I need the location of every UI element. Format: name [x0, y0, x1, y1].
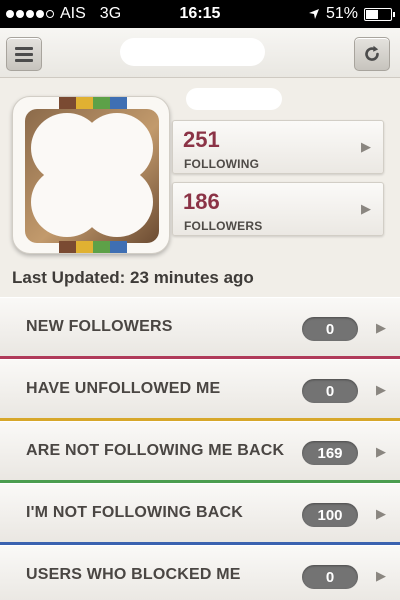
rainbow-stripe-bottom [59, 241, 127, 253]
chevron-right-icon: ▶ [361, 201, 371, 216]
followers-count: 186 [183, 189, 220, 214]
location-arrow-icon [308, 9, 319, 19]
last-updated-text: Last Updated: 23 minutes ago [12, 268, 254, 287]
menu-button[interactable] [6, 37, 42, 71]
chevron-right-icon: ▶ [376, 568, 386, 583]
list-item-new-followers[interactable]: NEW FOLLOWERS 0 ▶ [0, 297, 400, 359]
following-label: FOLLOWING [184, 157, 260, 171]
redacted-username [186, 88, 282, 110]
status-bar: AIS 3G 16:15 51% [0, 0, 400, 28]
stats-list: NEW FOLLOWERS 0 ▶ HAVE UNFOLLOWED ME 0 ▶… [0, 297, 400, 600]
hamburger-menu-icon [15, 46, 33, 62]
count-badge: 0 [302, 565, 358, 589]
avatar [12, 96, 170, 254]
count-badge: 0 [302, 379, 358, 403]
count-badge: 0 [302, 317, 358, 341]
list-item-users-who-blocked-me[interactable]: USERS WHO BLOCKED ME 0 ▶ [0, 545, 400, 600]
redacted-title [120, 38, 265, 66]
battery-icon [364, 7, 395, 21]
list-item-label: HAVE UNFOLLOWED ME [26, 380, 221, 397]
refresh-icon [365, 45, 379, 61]
list-item-label: NEW FOLLOWERS [26, 318, 173, 335]
count-badge: 100 [302, 503, 358, 527]
chevron-right-icon: ▶ [376, 320, 386, 335]
chevron-right-icon: ▶ [376, 506, 386, 521]
status-right: 51% [308, 5, 395, 23]
refresh-button[interactable] [354, 37, 390, 71]
count-badge: 169 [302, 441, 358, 465]
following-count: 251 [183, 127, 220, 152]
followers-label: FOLLOWERS [184, 219, 263, 233]
list-item-label: I'M NOT FOLLOWING BACK [26, 504, 244, 521]
list-item-im-not-following-back[interactable]: I'M NOT FOLLOWING BACK 100 ▶ [0, 483, 400, 545]
following-card[interactable]: 251 FOLLOWING ▶ [172, 120, 384, 174]
list-item-label: USERS WHO BLOCKED ME [26, 566, 241, 583]
list-item-have-unfollowed-me[interactable]: HAVE UNFOLLOWED ME 0 ▶ [0, 359, 400, 421]
navigation-bar [0, 28, 400, 78]
profile-section: 251 FOLLOWING ▶ 186 FOLLOWERS ▶ Last Upd… [0, 78, 400, 298]
rainbow-stripe-top [59, 97, 127, 109]
list-item-label: ARE NOT FOLLOWING ME BACK [26, 442, 285, 459]
list-item-not-following-me-back[interactable]: ARE NOT FOLLOWING ME BACK 169 ▶ [0, 421, 400, 483]
profile-photo [25, 109, 159, 243]
chevron-right-icon: ▶ [376, 444, 386, 459]
chevron-right-icon: ▶ [376, 382, 386, 397]
followers-card[interactable]: 186 FOLLOWERS ▶ [172, 182, 384, 236]
battery-percent: 51% [325, 5, 358, 22]
chevron-right-icon: ▶ [361, 139, 371, 154]
